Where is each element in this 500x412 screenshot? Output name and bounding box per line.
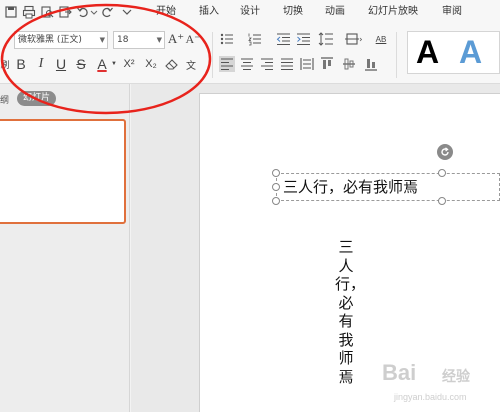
font-color-button[interactable]: A: [95, 55, 109, 73]
underline-button[interactable]: U: [54, 55, 68, 73]
format-painter-label[interactable]: 刷: [0, 55, 10, 73]
menu-bar: 开始 插入 设计 切换 动画 幻灯片放映 审阅: [0, 0, 500, 26]
undo-icon[interactable]: [76, 5, 90, 19]
columns-icon[interactable]: [344, 32, 362, 46]
style-blue-a[interactable]: A: [459, 34, 482, 70]
watermark-url: jingyan.baidu.com: [394, 392, 467, 402]
align-top-icon[interactable]: [319, 56, 335, 72]
italic-button[interactable]: I: [34, 55, 48, 73]
text-direction-button[interactable]: AB: [372, 32, 390, 46]
eraser-icon[interactable]: [164, 57, 180, 71]
undo-dropdown-icon[interactable]: [90, 5, 98, 19]
increase-indent-icon[interactable]: [296, 32, 312, 46]
print-preview-icon[interactable]: [40, 5, 54, 19]
align-center-icon[interactable]: [239, 56, 255, 72]
align-right-icon[interactable]: [259, 56, 275, 72]
grow-font-button[interactable]: A⁺: [168, 30, 184, 48]
distribute-icon[interactable]: [299, 56, 315, 72]
tab-slideshow[interactable]: 幻灯片放映: [368, 5, 418, 19]
resize-handle[interactable]: [272, 183, 280, 191]
shrink-font-button[interactable]: A⁻: [186, 30, 201, 48]
font-name-value: 微软雅黑 (正文): [18, 35, 82, 45]
justify-icon[interactable]: [279, 56, 295, 72]
resize-handle[interactable]: [272, 169, 280, 177]
tab-design[interactable]: 设计: [240, 5, 260, 19]
tab-animations[interactable]: 动画: [325, 5, 345, 19]
font-name-select[interactable]: 微软雅黑 (正文) ▼: [14, 31, 108, 49]
align-bottom-icon[interactable]: [363, 56, 379, 72]
tab-insert[interactable]: 插入: [199, 5, 219, 19]
strikethrough-button[interactable]: S: [74, 55, 88, 73]
export-icon[interactable]: [58, 5, 72, 19]
rotate-handle-icon[interactable]: [437, 144, 453, 160]
phonetic-guide-button[interactable]: 文: [183, 55, 199, 73]
save-icon[interactable]: [4, 5, 18, 19]
redo-icon[interactable]: [100, 5, 114, 19]
slides-pane: 纲 幻灯片: [0, 84, 130, 412]
vertical-text[interactable]: 三人行，必有我师焉: [335, 238, 365, 386]
divider: [212, 32, 213, 78]
style-black-a[interactable]: A: [416, 34, 439, 70]
tab-home[interactable]: 开始: [156, 5, 176, 19]
watermark-logo-text: Bai: [382, 360, 417, 385]
chevron-down-icon[interactable]: ▼: [110, 55, 118, 73]
resize-handle[interactable]: [438, 169, 446, 177]
bullet-list-icon[interactable]: [220, 32, 236, 46]
text-style-gallery[interactable]: A A: [407, 31, 500, 74]
decrease-indent-icon[interactable]: [276, 32, 292, 46]
watermark: Bai 经验 jingyan.baidu.com: [380, 358, 500, 412]
chevron-down-icon: ▼: [156, 36, 162, 44]
resize-handle[interactable]: [272, 197, 280, 205]
numbered-list-icon[interactable]: [248, 32, 264, 46]
horizontal-text[interactable]: 三人行，必有我师焉: [283, 176, 418, 198]
divider: [396, 32, 397, 78]
tab-transitions[interactable]: 切换: [283, 5, 303, 19]
bold-button[interactable]: B: [14, 55, 28, 73]
tab-review[interactable]: 审阅: [442, 5, 462, 19]
tab-slides[interactable]: 幻灯片: [17, 91, 57, 106]
resize-handle[interactable]: [438, 197, 446, 205]
tab-outline[interactable]: 纲: [0, 93, 9, 106]
font-size-select[interactable]: 18 ▼: [113, 31, 165, 49]
line-spacing-icon[interactable]: [318, 32, 334, 46]
watermark-label: 经验: [442, 369, 470, 385]
print-icon[interactable]: [22, 5, 36, 19]
superscript-button[interactable]: X²: [120, 55, 138, 73]
align-left-icon[interactable]: [219, 56, 235, 72]
subscript-button[interactable]: X₂: [142, 55, 160, 73]
align-middle-icon[interactable]: [341, 56, 357, 72]
slide-thumbnail[interactable]: [0, 119, 126, 224]
chevron-down-icon: ▼: [99, 36, 105, 44]
dropdown-icon[interactable]: [120, 5, 134, 19]
font-size-value: 18: [117, 35, 129, 45]
